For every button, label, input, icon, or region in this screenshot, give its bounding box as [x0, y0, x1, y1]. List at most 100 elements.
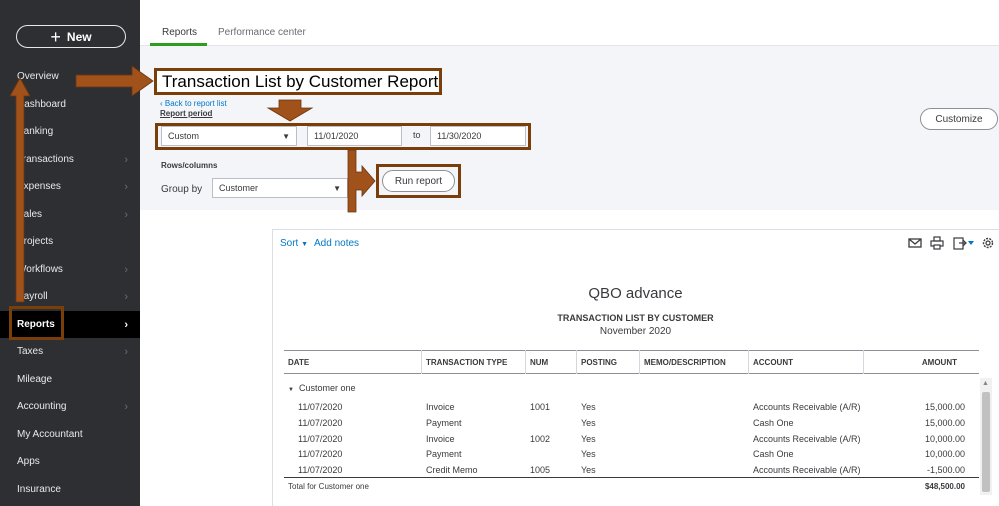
cell-transaction-type: Invoice: [426, 402, 455, 412]
scrollbar-thumb[interactable]: [982, 392, 990, 492]
cell-date: 11/07/2020: [298, 402, 343, 412]
cell-amount: 15,000.00: [924, 418, 965, 428]
add-notes-link[interactable]: Add notes: [314, 238, 359, 249]
column-header-memo[interactable]: MEMO/DESCRIPTION: [640, 350, 748, 374]
end-date-input[interactable]: 11/30/2020: [430, 126, 526, 146]
sidebar-item-insurance[interactable]: Insurance: [0, 476, 140, 503]
column-header-amount[interactable]: AMOUNT: [864, 350, 979, 374]
export-icon[interactable]: [953, 236, 975, 250]
report-period-select[interactable]: Custom ▼: [161, 126, 297, 146]
column-divider: [576, 350, 577, 374]
tab-performance-center[interactable]: Performance center: [218, 27, 306, 38]
cell-amount: 10,000.00: [924, 434, 965, 444]
chevron-right-icon: ›: [124, 263, 128, 276]
back-to-report-list-link[interactable]: ‹ Back to report list: [160, 99, 227, 108]
cell-transaction-type: Payment: [426, 449, 462, 459]
caret-down-icon: ▼: [288, 387, 294, 393]
sidebar-item-label: Workflows: [17, 264, 63, 275]
cell-num: 1001: [530, 402, 551, 412]
sidebar-item-projects[interactable]: Projects: [0, 228, 140, 255]
email-icon[interactable]: [908, 236, 922, 250]
sidebar-item-label: Expenses: [17, 181, 61, 192]
cell-date: 11/07/2020: [298, 418, 343, 428]
new-button[interactable]: + New: [16, 25, 126, 48]
column-divider: [421, 350, 422, 374]
sidebar-item-label: Apps: [17, 456, 40, 467]
sidebar-item-banking[interactable]: Banking: [0, 118, 140, 145]
cell-amount: -1,500.00: [926, 465, 965, 475]
gear-icon[interactable]: [981, 236, 995, 250]
group-by-label: Group by: [161, 184, 203, 195]
cell-transaction-type: Invoice: [426, 434, 455, 444]
to-label: to: [413, 130, 421, 140]
sidebar-item-mileage[interactable]: Mileage: [0, 366, 140, 393]
cell-posting: Yes: [581, 449, 596, 459]
sidebar-item-label: Dashboard: [17, 99, 66, 110]
cell-date: 11/07/2020: [298, 449, 343, 459]
column-divider: [748, 350, 749, 374]
sidebar-item-sales[interactable]: Sales ›: [0, 201, 140, 228]
company-name: QBO advance: [588, 285, 683, 302]
cell-transaction-type: Payment: [426, 418, 462, 428]
cell-transaction-type: Credit Memo: [426, 465, 478, 475]
report-period-label: Report period: [160, 109, 213, 118]
caret-down-icon: ▼: [282, 131, 290, 141]
chevron-right-icon: ›: [124, 400, 128, 413]
print-icon[interactable]: [930, 236, 944, 250]
chevron-right-icon: ›: [124, 318, 128, 331]
cell-amount: 15,000.00: [924, 402, 965, 412]
total-row: [284, 477, 979, 495]
sidebar-item-expenses[interactable]: Expenses ›: [0, 173, 140, 200]
sidebar-item-overview[interactable]: Overview: [0, 63, 140, 90]
sidebar-item-label: Mileage: [17, 374, 53, 385]
cell-amount: 10,000.00: [924, 449, 965, 459]
cell-account: Accounts Receivable (A/R): [753, 434, 861, 444]
sidebar-item-label: Sales: [17, 209, 43, 220]
start-date-input[interactable]: 11/01/2020: [307, 126, 402, 146]
cell-account: Accounts Receivable (A/R): [753, 465, 861, 475]
cell-date: 11/07/2020: [298, 465, 343, 475]
sidebar-item-dashboard[interactable]: Dashboard: [0, 91, 140, 118]
sidebar-item-taxes[interactable]: Taxes ›: [0, 338, 140, 365]
caret-down-icon: ▼: [301, 241, 309, 248]
sidebar-item-workflows[interactable]: Workflows ›: [0, 256, 140, 283]
column-header-posting[interactable]: POSTING: [577, 350, 639, 374]
chevron-right-icon: ›: [124, 290, 128, 303]
column-header-date[interactable]: DATE: [284, 350, 421, 374]
sidebar-item-my-accountant[interactable]: My Accountant: [0, 421, 140, 448]
cell-date: 11/07/2020: [298, 434, 343, 444]
new-button-label: New: [66, 29, 92, 44]
reports-nav-highlight: [9, 306, 64, 340]
customer-group-toggle[interactable]: ▼ Customer one: [288, 383, 356, 393]
chevron-right-icon: ›: [124, 208, 128, 221]
cell-num: 1005: [530, 465, 551, 475]
cell-posting: Yes: [581, 418, 596, 428]
sidebar-item-accounting[interactable]: Accounting ›: [0, 393, 140, 420]
chevron-right-icon: ›: [124, 345, 128, 358]
sidebar-item-label: Overview: [17, 71, 59, 82]
column-header-transaction-type[interactable]: TRANSACTION TYPE: [422, 350, 525, 374]
sort-dropdown[interactable]: Sort ▼: [280, 238, 308, 249]
cell-posting: Yes: [581, 465, 596, 475]
sidebar-item-transactions[interactable]: Transactions ›: [0, 146, 140, 173]
cell-account: Cash One: [753, 449, 794, 459]
group-by-select[interactable]: Customer ▼: [212, 178, 348, 198]
page-title: Transaction List by Customer Report: [154, 68, 442, 95]
sidebar-item-apps[interactable]: Apps: [0, 448, 140, 475]
sidebar-item-label: Insurance: [17, 484, 61, 495]
report-date-range: November 2020: [599, 326, 672, 337]
sidebar-item-label: Accounting: [17, 401, 67, 412]
scroll-up-icon[interactable]: ▲: [982, 380, 989, 387]
cell-account: Cash One: [753, 418, 794, 428]
customize-button[interactable]: Customize: [920, 108, 998, 130]
cell-posting: Yes: [581, 434, 596, 444]
column-header-account[interactable]: ACCOUNT: [749, 350, 863, 374]
rows-columns-label: Rows/columns: [161, 161, 218, 170]
caret-down-icon: ▼: [333, 183, 341, 193]
cell-account: Accounts Receivable (A/R): [753, 402, 861, 412]
cell-num: 1002: [530, 434, 551, 444]
run-report-button[interactable]: Run report: [382, 170, 455, 192]
active-tab-indicator: [150, 43, 207, 46]
tab-reports[interactable]: Reports: [162, 27, 197, 38]
column-header-num[interactable]: NUM: [526, 350, 576, 374]
